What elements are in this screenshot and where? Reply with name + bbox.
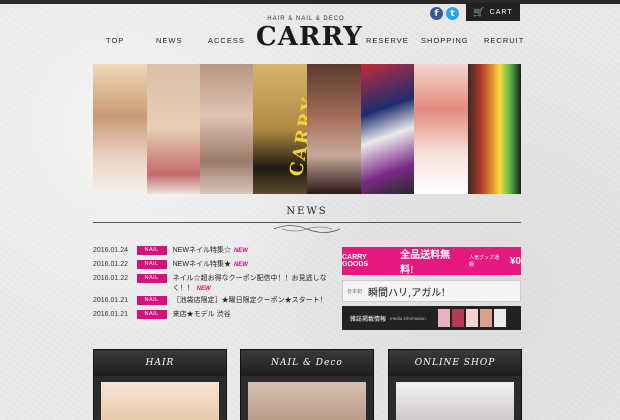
category-tag: NAIL — [136, 274, 167, 283]
magazine-cover — [451, 309, 464, 327]
news-date: 2016.01.24 — [93, 247, 129, 254]
hair-card-image — [101, 382, 219, 420]
media-info-banner[interactable]: 雑誌掲載情報 media information — [342, 306, 521, 330]
cart-button[interactable]: 🛒 CART — [466, 3, 520, 21]
hari-banner[interactable]: 日本初 瞬間ハリ,アガル! — [342, 280, 521, 302]
banner-photo-hair-model-1 — [93, 64, 147, 194]
news-item[interactable]: 2016.01.21 NAIL 来店★モデル 渋谷 — [93, 310, 333, 324]
news-item[interactable]: 2016.01.24 NAIL NEWネイル特集☆ NEW — [93, 246, 333, 260]
nav-news[interactable]: NEWS — [156, 36, 183, 45]
shipping-small: 人気グッズ通販 — [469, 255, 500, 268]
news-heading: NEWS — [286, 206, 328, 217]
news-date: 2016.01.22 — [93, 261, 129, 268]
shipping-label: 全品送料無料! — [400, 250, 451, 276]
online-shop-card[interactable]: ONLINE SHOP — [388, 349, 522, 420]
media-en-label: media information — [390, 315, 426, 321]
news-title[interactable]: ［池袋店限定］★曜日限定クーポン★スタート！ — [173, 297, 327, 304]
hair-card-title: HAIR — [94, 350, 226, 376]
online-shop-card-title: ONLINE SHOP — [389, 350, 521, 376]
category-tag: NAIL — [136, 260, 167, 269]
magazine-cover — [465, 309, 478, 327]
news-date: 2016.01.21 — [93, 311, 129, 318]
news-item[interactable]: 2016.01.22 NAIL ネイル☆超お得なクーポン配信中！！お見逃しなく！… — [93, 274, 333, 296]
nail-deco-card[interactable]: NAIL & Deco — [240, 349, 374, 420]
banner-photo-deco-nail — [361, 64, 414, 194]
hero-banner[interactable]: CARRY — [93, 64, 521, 194]
banner-photo-hair-model-4 — [414, 64, 468, 194]
new-badge: NEW — [196, 286, 211, 292]
magazine-cover — [437, 309, 450, 327]
flourish-ornament — [273, 225, 341, 233]
nail-deco-card-image — [248, 382, 366, 420]
news-title[interactable]: NEWネイル特集★ — [173, 261, 231, 268]
nail-deco-card-title: NAIL & Deco — [241, 350, 373, 376]
banner-carry-sign: CARRY — [285, 95, 307, 178]
nav-recruit[interactable]: RECRUIT — [484, 36, 524, 45]
social-links: f t — [430, 7, 459, 20]
new-badge: NEW — [233, 248, 248, 254]
goods-label: CARRY GOODS — [342, 254, 369, 268]
media-label: 雑誌掲載情報 — [350, 316, 387, 323]
hari-label: 瞬間ハリ,アガル! — [368, 287, 446, 299]
nav-shopping[interactable]: SHOPPING — [421, 36, 469, 45]
hair-card[interactable]: HAIR — [93, 349, 227, 420]
magazine-covers — [437, 309, 506, 327]
nav-reserve[interactable]: RESERVE — [366, 36, 409, 45]
category-tag: NAIL — [136, 246, 167, 255]
news-item[interactable]: 2016.01.22 NAIL NEWネイル特集★ NEW — [93, 260, 333, 274]
news-date: 2016.01.22 — [93, 275, 129, 282]
facebook-icon[interactable]: f — [430, 7, 443, 20]
cart-label: CART — [489, 8, 513, 16]
magazine-cover — [493, 309, 506, 327]
nav-top[interactable]: TOP — [106, 36, 124, 45]
banner-photo-hair-model-3 — [307, 64, 361, 194]
twitter-icon[interactable]: t — [446, 7, 459, 20]
online-shop-card-image — [396, 382, 514, 420]
magazine-cover — [479, 309, 492, 327]
category-tag: NAIL — [136, 310, 167, 319]
top-bar — [0, 0, 620, 4]
news-divider — [93, 222, 521, 223]
banner-photo-nail-art — [147, 64, 200, 194]
banner-photo-hair-model-2 — [200, 64, 253, 194]
new-badge: NEW — [233, 262, 248, 268]
news-date: 2016.01.21 — [93, 297, 129, 304]
category-tag: NAIL — [136, 296, 167, 305]
nav-access[interactable]: ACCESS — [208, 36, 245, 45]
hari-small: 日本初 — [347, 288, 363, 295]
news-list: 2016.01.24 NAIL NEWネイル特集☆ NEW 2016.01.22 … — [93, 246, 333, 324]
site-logo[interactable]: CARRY — [256, 22, 362, 52]
price-label: ¥0 — [509, 255, 521, 267]
goods-shipping-banner[interactable]: CARRY GOODS 全品送料無料! 人気グッズ通販 ¥0 — [342, 247, 521, 276]
banner-photo-color-extensions — [468, 64, 521, 194]
news-title[interactable]: ネイル☆超お得なクーポン配信中！！お見逃しなく！！ — [173, 275, 327, 292]
cart-icon: 🛒 — [473, 6, 486, 17]
news-item[interactable]: 2016.01.21 NAIL ［池袋店限定］★曜日限定クーポン★スタート！ — [93, 296, 333, 310]
news-title[interactable]: NEWネイル特集☆ — [173, 247, 231, 254]
banner-photo-salon-interior: CARRY — [253, 64, 307, 194]
news-title[interactable]: 来店★モデル 渋谷 — [173, 311, 231, 318]
